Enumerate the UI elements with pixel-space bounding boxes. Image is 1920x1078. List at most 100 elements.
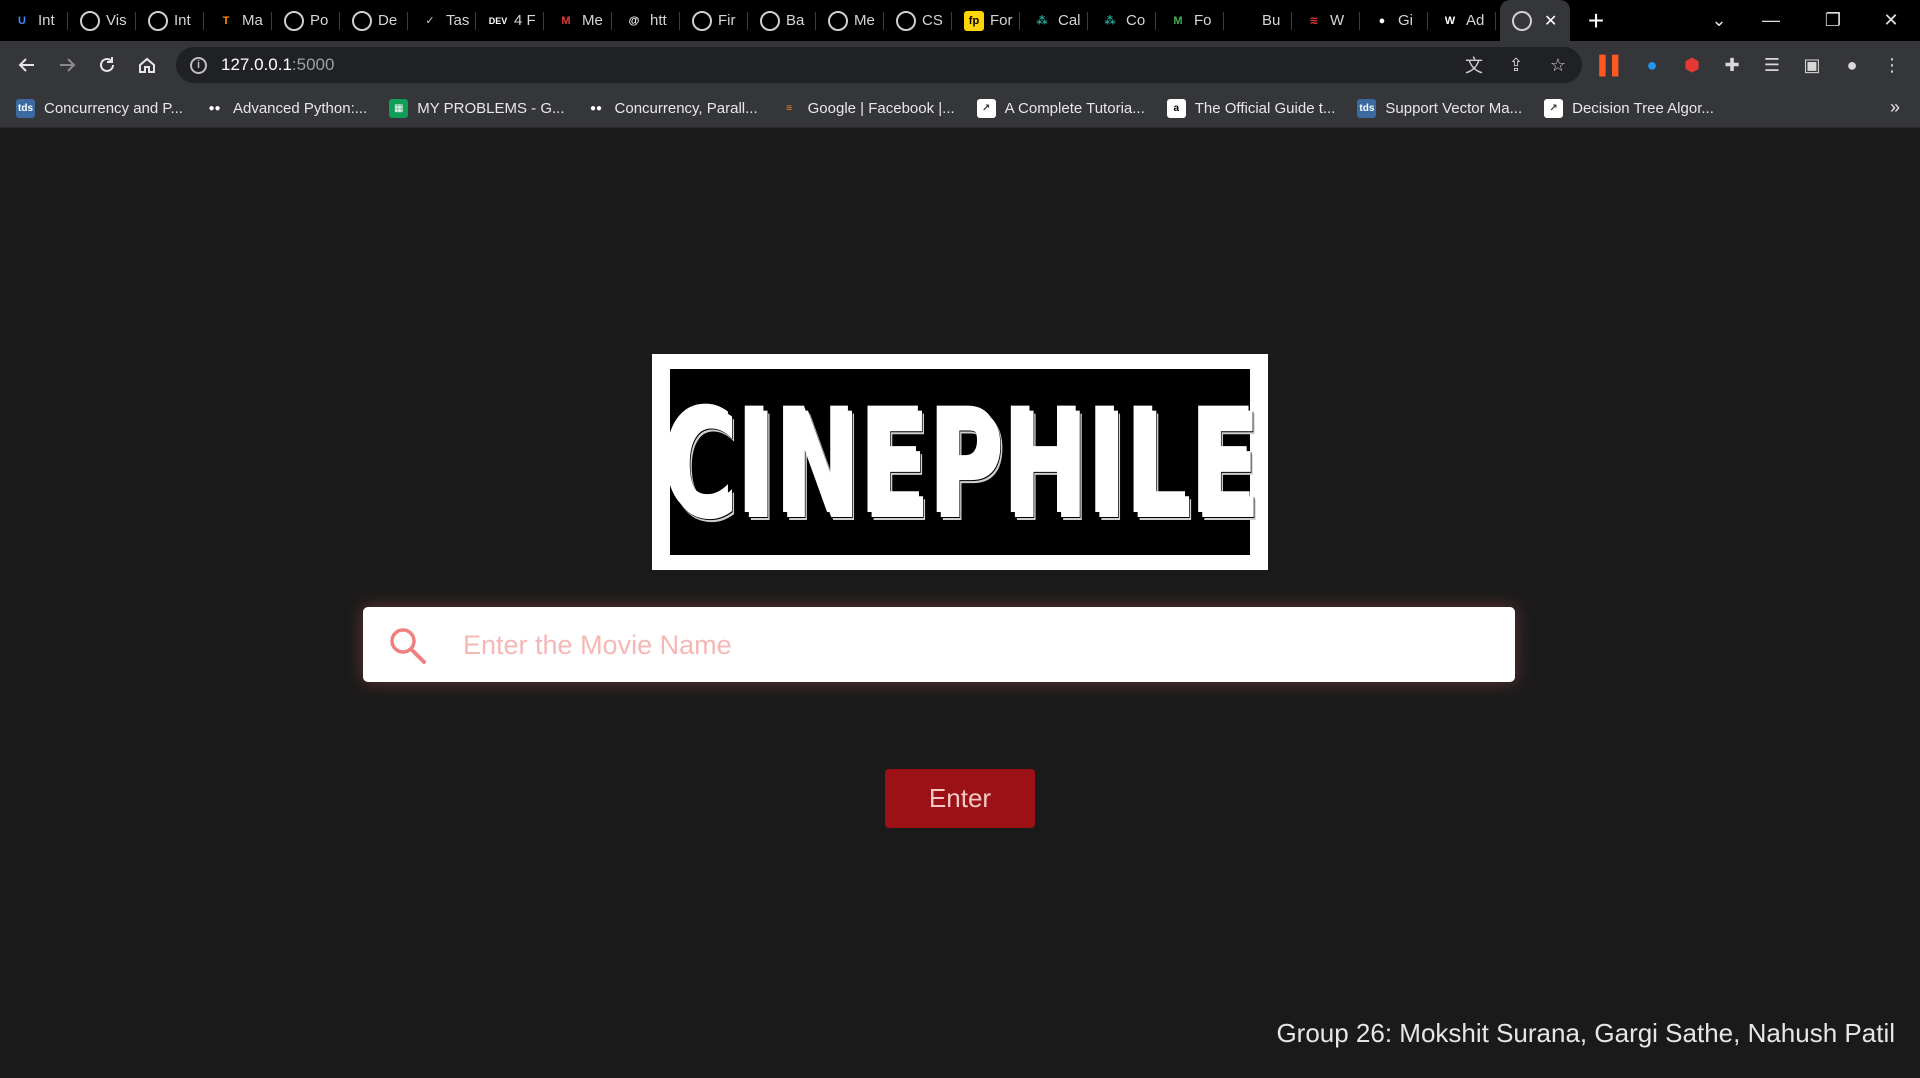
bookmark-item[interactable]: ↗ A Complete Tutoria...: [976, 98, 1145, 118]
extensions-puzzle-icon[interactable]: ✚: [1716, 45, 1748, 85]
browser-tab[interactable]: Int: [136, 0, 204, 41]
amazon-icon: a: [1166, 98, 1186, 118]
browser-tab[interactable]: ⁂ Cal: [1020, 0, 1088, 41]
bookmarks-overflow-button[interactable]: »: [1890, 97, 1900, 118]
browser-tab[interactable]: Me: [816, 0, 884, 41]
minimize-button[interactable]: —: [1742, 0, 1800, 41]
forward-arrow-icon: [60, 58, 76, 72]
browser-tab[interactable]: De: [340, 0, 408, 41]
reload-button[interactable]: [87, 45, 127, 85]
side-panel-icon[interactable]: ▣: [1796, 45, 1828, 85]
browser-tab[interactable]: M Me: [544, 0, 612, 41]
globe-icon: [896, 10, 916, 31]
menu-kebab-icon[interactable]: ⋮: [1876, 45, 1908, 85]
mi-icon: M: [561, 14, 571, 27]
globe-icon: [148, 10, 168, 31]
tab-title: Tas: [446, 12, 470, 29]
bookmark-label: Concurrency, Parall...: [614, 99, 758, 117]
bookmark-item[interactable]: a The Official Guide t...: [1166, 98, 1335, 118]
forward-button[interactable]: [47, 45, 87, 85]
bookmark-item[interactable]: tds Support Vector Ma...: [1357, 98, 1522, 118]
bookmark-item[interactable]: tds Concurrency and P...: [16, 98, 183, 118]
fp-icon: fp: [964, 10, 984, 31]
browser-tab[interactable]: Bu: [1224, 0, 1292, 41]
enter-button[interactable]: Enter: [885, 769, 1035, 828]
browser-tab[interactable]: Po: [272, 0, 340, 41]
medium-icon: ●●: [208, 102, 221, 114]
tab-title: Bu: [1262, 12, 1281, 29]
tabs-container: U Int Vis Int T Ma Po De ✓ Tas DEV 4 F M Me @ htt Fir Ba M…: [0, 0, 1496, 41]
bookmark-label: Decision Tree Algor...: [1572, 99, 1714, 117]
browser-tab[interactable]: Fir: [680, 0, 748, 41]
bookmark-label: Advanced Python:...: [232, 99, 368, 117]
browser-tab[interactable]: @ htt: [612, 0, 680, 41]
globe-icon: [828, 10, 848, 31]
tab-title: Ad: [1466, 12, 1485, 29]
browser-tab[interactable]: ✓ Tas: [408, 0, 476, 41]
bookmark-item[interactable]: ≡ Google | Facebook |...: [780, 99, 954, 118]
address-bar[interactable]: i 127.0.0.1:5000 文 ⇪ ☆: [176, 47, 1582, 83]
movie-search-input[interactable]: [463, 619, 1493, 671]
browser-tab[interactable]: CS: [884, 0, 952, 41]
tab-title: Ba: [786, 12, 805, 29]
site-info-icon[interactable]: i: [190, 56, 207, 74]
browser-tab[interactable]: fp For: [952, 0, 1020, 41]
checkmark-icon: ✓: [425, 15, 435, 27]
tab-title: CS: [922, 12, 943, 29]
close-window-button[interactable]: ✕: [1862, 0, 1920, 41]
reading-list-icon[interactable]: ☰: [1756, 45, 1788, 85]
stackoverflow-icon: ≡: [786, 102, 793, 114]
bookmarks-bar: tds Concurrency and P... ●● Advanced Python…: [0, 89, 1920, 128]
tab-title: W: [1330, 12, 1345, 29]
medium-icon: ●●: [589, 102, 603, 114]
translate-icon[interactable]: 文: [1460, 51, 1488, 79]
tab-title: Int: [38, 12, 55, 29]
browser-tab[interactable]: Vis: [68, 0, 136, 41]
new-tab-button[interactable]: +: [1570, 0, 1622, 41]
browser-tab[interactable]: ⁂ Co: [1088, 0, 1156, 41]
home-button[interactable]: [127, 45, 167, 85]
tab-title: Fir: [718, 12, 736, 29]
globe-icon: [692, 10, 712, 31]
browser-tab[interactable]: U Int: [0, 0, 68, 41]
restore-button[interactable]: ❐: [1804, 0, 1862, 41]
tab-title: Me: [854, 12, 875, 29]
bookmark-item[interactable]: ▦ MY PROBLEMS - G...: [389, 98, 565, 118]
browser-tab[interactable]: ≋ W: [1292, 0, 1360, 41]
tab-title: De: [378, 12, 398, 29]
bookmark-item[interactable]: ↗ Decision Tree Algor...: [1544, 98, 1714, 118]
bookmark-star-icon[interactable]: ☆: [1544, 51, 1572, 79]
browser-tab[interactable]: Ba: [748, 0, 816, 41]
tab-title: Ma: [242, 12, 263, 29]
extension-profile-icon[interactable]: ●: [1636, 45, 1668, 85]
tab-active[interactable]: ✕: [1500, 0, 1570, 41]
chart-icon: ↗: [1544, 98, 1564, 118]
extension-bars-icon[interactable]: ▌▌: [1596, 45, 1628, 85]
tab-title: htt: [650, 12, 667, 29]
sheets-icon: ▦: [389, 98, 409, 118]
browser-tab[interactable]: ● Gi: [1360, 0, 1428, 41]
search-box[interactable]: [363, 607, 1515, 682]
tab-title: Cal: [1058, 12, 1081, 29]
bookmark-item[interactable]: ●● Concurrency, Parall...: [587, 99, 758, 118]
share-icon[interactable]: ⇪: [1502, 51, 1530, 79]
tab-strip: U Int Vis Int T Ma Po De ✓ Tas DEV 4 F M Me @ htt Fir Ba M…: [0, 0, 1920, 41]
tab-title: Co: [1126, 12, 1146, 29]
browser-tab[interactable]: W Ad: [1428, 0, 1496, 41]
bookmark-item[interactable]: ●● Advanced Python:...: [205, 99, 367, 118]
close-tab-icon[interactable]: ✕: [1544, 11, 1557, 31]
url-text[interactable]: 127.0.0.1:5000: [221, 55, 334, 75]
dev-icon: DEV: [488, 15, 508, 26]
url-host: 127.0.0.1: [221, 55, 292, 74]
browser-tab[interactable]: T Ma: [204, 0, 272, 41]
tab-title: For: [990, 12, 1013, 29]
logo-frame: CINEPHILE: [652, 354, 1268, 570]
profile-avatar-icon[interactable]: ●: [1836, 45, 1868, 85]
browser-tab[interactable]: M Fo: [1156, 0, 1224, 41]
extension-adblock-icon[interactable]: ⬢: [1676, 45, 1708, 85]
extensions-area: ▌▌ ● ⬢ ✚ ☰ ▣ ● ⋮: [1596, 45, 1908, 85]
back-button[interactable]: [7, 45, 47, 85]
bookmark-label: Concurrency and P...: [44, 99, 183, 117]
browser-tab[interactable]: DEV 4 F: [476, 0, 544, 41]
tab-search-icon[interactable]: ⌄: [1690, 0, 1748, 41]
